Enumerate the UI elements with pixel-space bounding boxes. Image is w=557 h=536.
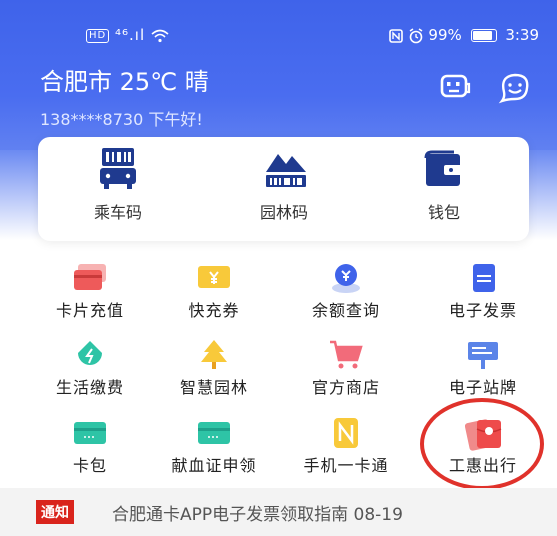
wallet-icon [424, 150, 462, 186]
highlight-circle [420, 398, 544, 490]
card-wallet-label: 卡包 [72, 456, 107, 475]
blood-donation-cert-label: 献血证申领 [171, 456, 257, 475]
smart-garden-label: 智慧园林 [179, 378, 248, 397]
battery-percent: 99% [428, 26, 462, 44]
tree-icon [201, 340, 227, 369]
certificate-card-icon [198, 422, 230, 444]
balance-inquiry-label: 余额查询 [311, 301, 380, 320]
notice-text[interactable]: 合肥通卡APP电子发票领取指南 08-19 [112, 500, 403, 525]
wallet-button[interactable]: 钱包 [384, 137, 504, 241]
customer-service-icon[interactable] [438, 70, 472, 104]
notice-tag: 通知 [36, 500, 74, 524]
garden-code-button[interactable]: 园林码 [224, 137, 344, 241]
utility-payment-button[interactable]: 生活缴费 [28, 339, 152, 399]
e-invoice-button[interactable]: 电子发票 [421, 262, 545, 322]
stop-sign-icon [468, 342, 498, 369]
status-bar-left: HD ⁴⁶.ıl [86, 26, 169, 44]
card-wallet-button[interactable]: 卡包 [28, 417, 152, 477]
smiley-icon[interactable] [498, 70, 532, 104]
bus-code-icon [100, 148, 136, 189]
wifi-icon [151, 26, 169, 44]
mobile-card-label: 手机一卡通 [303, 456, 389, 475]
notice-bar[interactable]: 通知 合肥通卡APP电子发票领取指南 08-19 [0, 488, 557, 536]
signal-icon: ⁴⁶.ıl [115, 26, 146, 44]
nfc-card-icon [334, 418, 358, 448]
clock-time: 3:39 [505, 26, 539, 44]
balance-inquiry-button[interactable]: 余额查询 [284, 262, 408, 322]
blood-donation-cert-button[interactable]: 献血证申领 [152, 417, 276, 477]
official-store-label: 官方商店 [311, 378, 380, 397]
coupon-icon [198, 266, 230, 288]
garden-code-icon [266, 154, 306, 187]
garden-code-label: 园林码 [259, 203, 308, 222]
quick-access-card: 乘车码 园林码 钱包 [38, 137, 529, 241]
smart-garden-button[interactable]: 智慧园林 [152, 339, 276, 399]
utility-payment-icon [78, 341, 102, 365]
wallet-label: 钱包 [427, 203, 460, 222]
balance-inquiry-icon [332, 264, 360, 293]
mobile-card-button[interactable]: 手机一卡通 [284, 417, 408, 477]
invoice-icon [473, 264, 495, 292]
city-weather[interactable]: 合肥市 25℃ 晴 [40, 62, 209, 97]
ride-code-button[interactable]: 乘车码 [58, 137, 178, 241]
utility-payment-label: 生活缴费 [55, 378, 124, 397]
status-bar-right: 99% 3:39 [389, 26, 539, 44]
card-recharge-icon [74, 264, 106, 290]
alarm-icon [408, 26, 429, 44]
e-stop-sign-button[interactable]: 电子站牌 [421, 339, 545, 399]
hd-badge: HD [86, 28, 110, 43]
shopping-cart-icon [330, 340, 363, 369]
official-store-button[interactable]: 官方商店 [284, 339, 408, 399]
card-recharge-button[interactable]: 卡片充值 [28, 262, 152, 322]
nfc-icon [389, 26, 408, 44]
user-greeting: 138****8730 下午好! [40, 110, 203, 129]
card-wallet-icon [74, 422, 106, 444]
ride-code-label: 乘车码 [93, 203, 142, 222]
quick-charge-coupon-button[interactable]: 快充券 [152, 262, 276, 322]
card-recharge-label: 卡片充值 [55, 301, 124, 320]
battery-icon [470, 29, 497, 42]
e-stop-sign-label: 电子站牌 [448, 378, 517, 397]
e-invoice-label: 电子发票 [448, 301, 517, 320]
quick-charge-coupon-label: 快充券 [188, 301, 240, 320]
